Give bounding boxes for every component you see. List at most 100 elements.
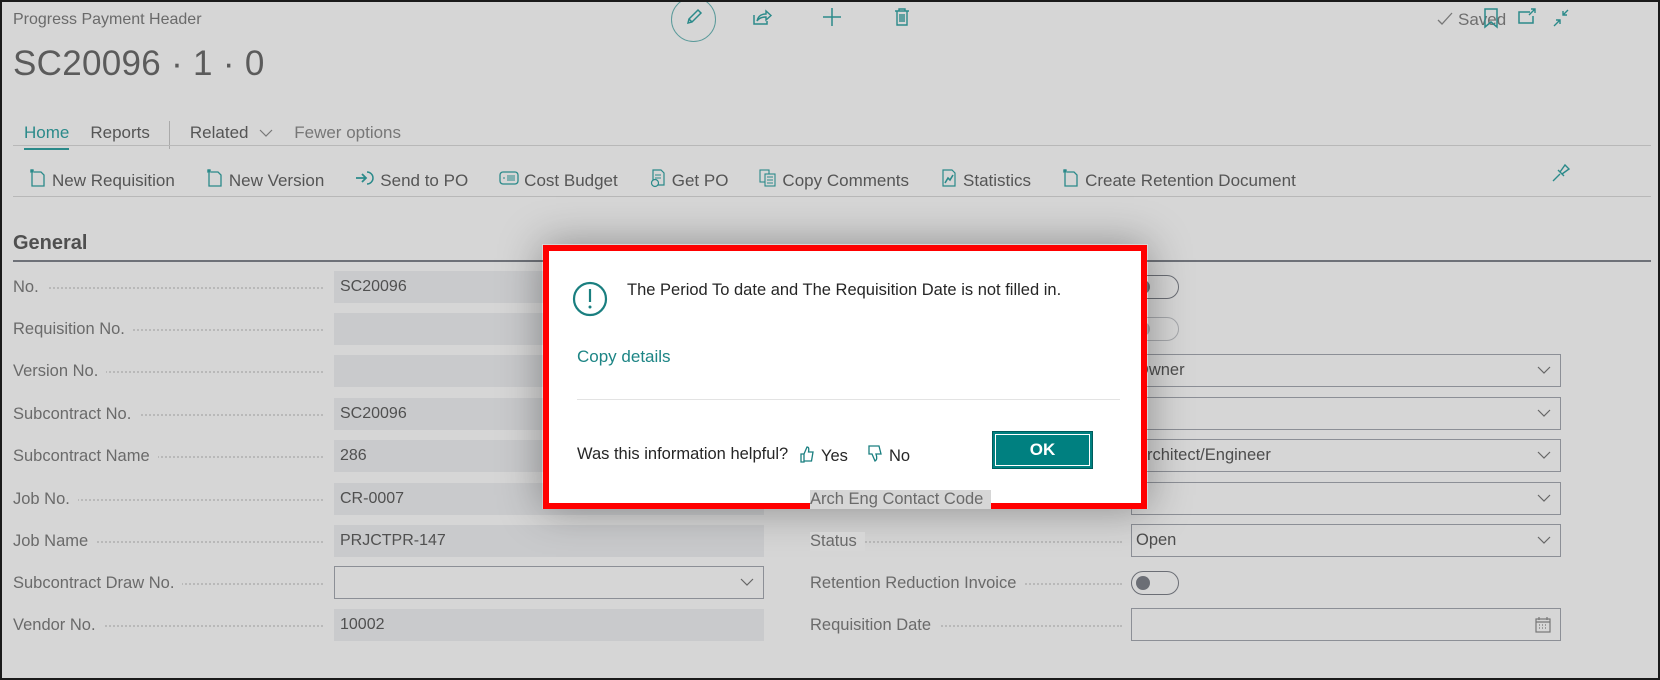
readonly-field[interactable]: PRJCTPR-147 [334,525,764,557]
chevron-down-icon [1536,362,1552,383]
warning-circle-icon [572,281,608,322]
field-row: Vendor No. [13,609,323,641]
get-document-icon [649,168,672,193]
fewer-options-button[interactable]: Fewer options [294,123,401,147]
field-label: Job Name [13,531,323,551]
pin-button[interactable] [1548,160,1576,188]
field-label: Requisition Date [810,609,1122,641]
field-label: Subcontract Name [13,446,323,466]
chevron-down-icon [259,127,273,141]
create-retention-document-button[interactable]: Create Retention Document [1062,168,1296,193]
thumbs-up-icon [799,445,821,468]
budget-icon [499,170,524,191]
new-requisition-button[interactable]: New Requisition [29,168,175,193]
field-row: Requisition No. [13,313,323,345]
field-label-text: Job No. [13,489,78,508]
page-frame: Progress Payment Header SC20096 · 1 · 0 … [0,0,1660,680]
field-row: Job No. [13,483,323,515]
ok-button[interactable]: OK [992,431,1093,469]
dialog-divider [577,399,1120,400]
toggle-knob [1136,576,1150,590]
open-new-window-button[interactable] [1513,5,1541,33]
field-label-text: No. [13,277,47,296]
field-label-text: Retention Reduction Invoice [810,573,1025,593]
tab-related[interactable]: Related [190,123,273,147]
field-label: Retention Reduction Invoice [810,567,1122,599]
toolbar-divider [13,196,1651,197]
field-label: Subcontract No. [13,404,323,424]
delete-button[interactable] [888,5,916,33]
dropdown-select[interactable]: Owner [1131,354,1561,387]
dropdown-select[interactable] [1131,397,1561,430]
field-row: Subcontract Name [13,440,323,472]
plus-icon [821,6,843,33]
dropdown-select[interactable] [1131,482,1561,515]
helpful-no-button[interactable]: No [867,445,910,468]
helpful-yes-button[interactable]: Yes [799,445,848,468]
subcontract-draw-no-select[interactable] [334,566,764,599]
select-value: Architect/Engineer [1136,446,1271,464]
field-label-text: Vendor No. [13,615,104,634]
helpful-question: Was this information helpful? [577,445,789,463]
get-po-button[interactable]: Get PO [649,168,728,193]
cost-budget-button[interactable]: Cost Budget [499,170,618,191]
field-row: Version No. [13,355,323,387]
field-label-text: Job Name [13,531,97,550]
section-title-general: General [13,232,88,254]
select-value: Open [1136,531,1177,549]
new-document-icon [206,168,229,193]
field-label-text: Status [810,531,865,551]
field-label: Version No. [13,361,323,381]
field-row: No. [13,271,323,303]
field-label-text: Subcontract No. [13,404,140,423]
error-dialog: The Period To date and The Requisition D… [543,245,1147,509]
dialog-message: The Period To date and The Requisition D… [627,281,1062,299]
page-caption: Progress Payment Header [13,11,202,28]
field-label: No. [13,277,323,297]
field-label: Requisition No. [13,319,323,339]
field-row: Job Name [13,525,323,557]
pin-icon [1551,161,1573,188]
trash-icon [891,6,913,33]
field-row: Subcontract Draw No. [13,567,323,599]
field-label-text: Subcontract Name [13,446,158,465]
dropdown-select[interactable]: Architect/Engineer [1131,439,1561,472]
new-document-icon [1062,168,1085,193]
share-button[interactable] [748,5,776,33]
requisition-date-input[interactable] [1131,608,1561,641]
checkmark-icon [1436,10,1454,33]
chevron-down-icon [1536,447,1552,468]
field-label: Status [810,525,1122,557]
bookmark-button[interactable] [1477,6,1505,34]
field-label-text: Version No. [13,361,107,380]
send-to-po-button[interactable]: Send to PO [355,169,468,192]
tab-reports[interactable]: Reports [90,123,150,147]
copy-comments-button[interactable]: Copy Comments [759,169,909,192]
action-toolbar: New Requisition New Version Send to PO C… [29,168,1327,193]
field-label-text: Subcontract Draw No. [13,573,183,592]
page-title: SC20096 · 1 · 0 [13,44,265,83]
new-version-button[interactable]: New Version [206,168,324,193]
tab-home[interactable]: Home [24,123,70,150]
edit-button[interactable] [671,2,716,42]
dropdown-select[interactable]: Open [1131,524,1561,557]
share-icon [751,6,773,33]
field-row: Subcontract No. [13,398,323,430]
open-in-new-window-icon [1516,6,1538,33]
copy-icon [759,169,782,192]
new-button[interactable] [818,5,846,33]
collapse-button[interactable] [1547,6,1575,34]
calendar-icon[interactable] [1534,616,1552,639]
statistics-icon [940,168,963,193]
copy-details-link[interactable]: Copy details [577,347,671,367]
field-label: Vendor No. [13,615,323,635]
field-label: Subcontract Draw No. [13,573,323,593]
field-label-text: Arch Eng Contact Code [810,489,992,509]
chevron-down-icon [1536,405,1552,426]
toggle-switch[interactable] [1131,571,1179,595]
field-label-text: Requisition No. [13,319,133,338]
statistics-button[interactable]: Statistics [940,168,1031,193]
collapse-icon [1550,7,1572,34]
readonly-field[interactable]: 10002 [334,609,764,641]
bookmark-icon [1482,7,1500,34]
